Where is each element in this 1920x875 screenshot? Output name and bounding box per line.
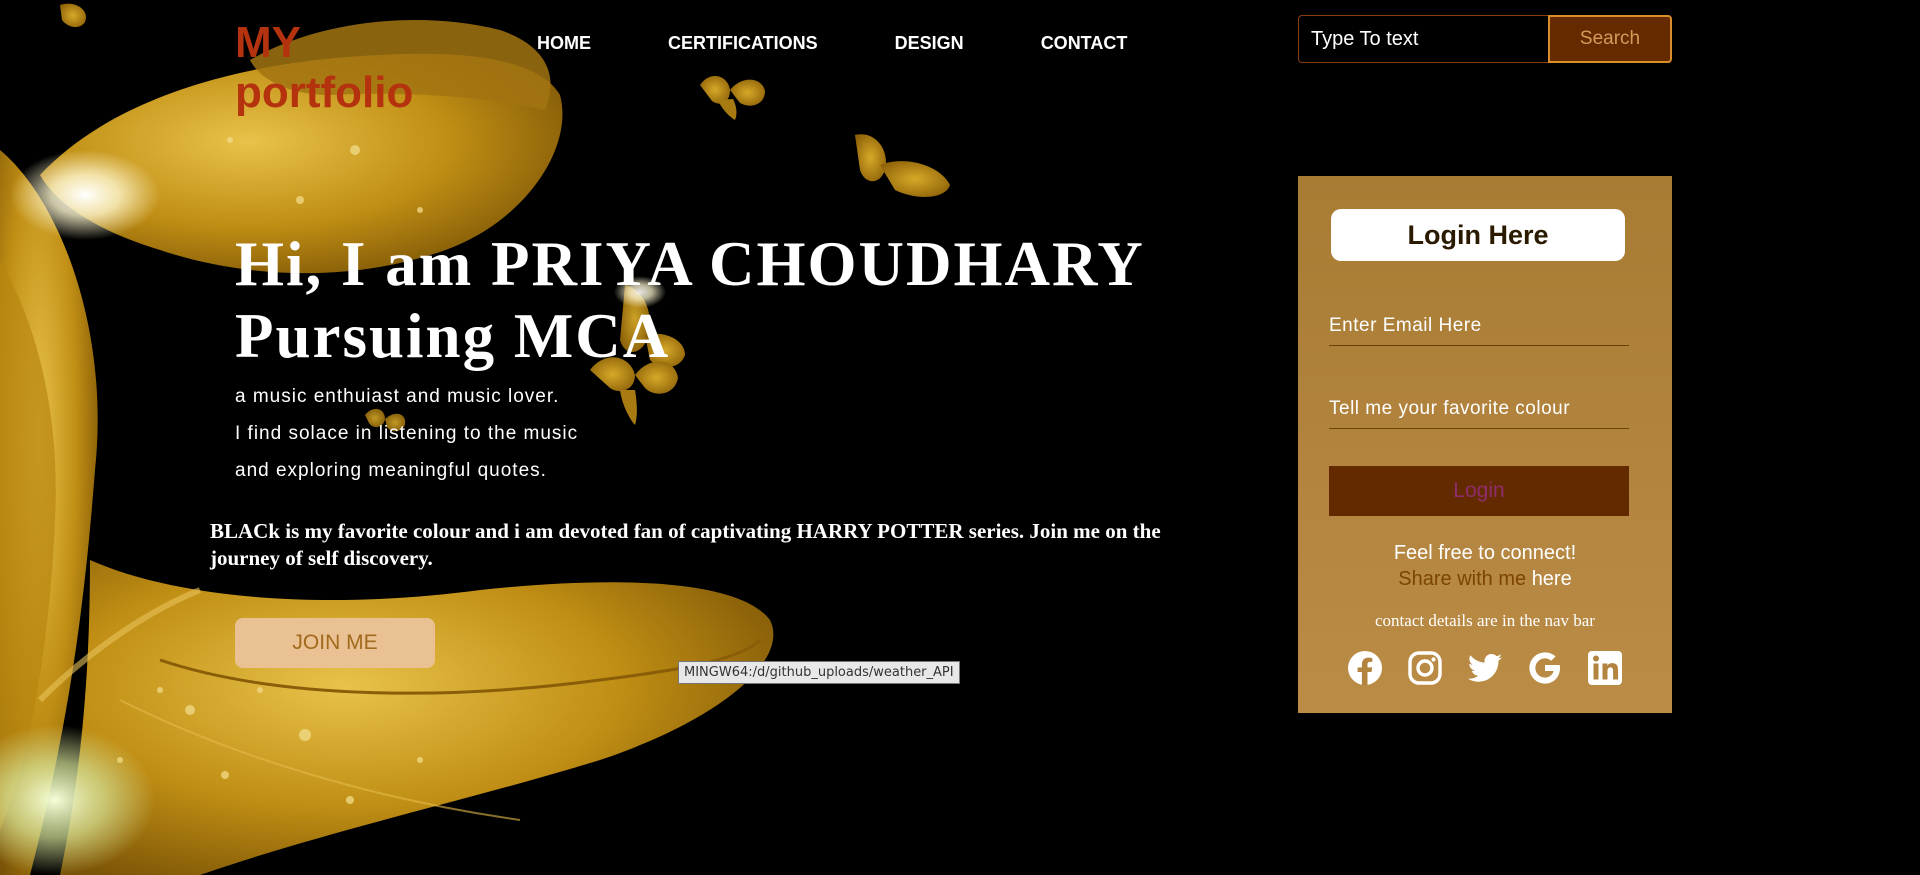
- share-text: Share with me: [1398, 568, 1527, 590]
- google-icon[interactable]: [1527, 650, 1563, 686]
- about-text: BLACk is my favorite colour and i am dev…: [210, 519, 1161, 570]
- tagline-line-2: I find solace in listening to the music: [235, 423, 579, 444]
- twitter-icon[interactable]: [1467, 650, 1503, 686]
- logo-line-1: MY: [235, 18, 301, 67]
- nav-certifications[interactable]: CERTIFICATIONS: [668, 32, 818, 54]
- connect-section: Feel free to connect! Share with me here: [1298, 540, 1672, 592]
- hero-title-line-1: Hi, I am PRIYA CHOUDHARY: [235, 229, 1145, 299]
- login-title: Login Here: [1331, 209, 1625, 261]
- facebook-icon[interactable]: [1347, 650, 1383, 686]
- here-link[interactable]: here: [1532, 568, 1572, 590]
- instagram-icon[interactable]: [1407, 650, 1443, 686]
- search-input[interactable]: [1298, 15, 1548, 63]
- hero-title-line-2: Pursuing MCA: [235, 301, 671, 371]
- social-links: [1347, 650, 1623, 686]
- search-bar: Search: [1298, 15, 1672, 63]
- login-panel: Login Here Login Feel free to connect! S…: [1298, 176, 1672, 713]
- nav-design[interactable]: DESIGN: [895, 32, 964, 54]
- nav-home[interactable]: HOME: [537, 32, 591, 54]
- search-button[interactable]: Search: [1548, 15, 1672, 63]
- contact-note: contact details are in the nav bar: [1375, 611, 1595, 630]
- join-me-button[interactable]: JOIN ME: [235, 618, 435, 668]
- login-button[interactable]: Login: [1329, 466, 1629, 516]
- tagline-line-1: a music enthuiast and music lover.: [235, 386, 560, 407]
- share-line: Share with me here: [1298, 566, 1672, 592]
- logo-line-2: portfolio: [235, 68, 414, 117]
- email-field[interactable]: [1329, 306, 1629, 346]
- connect-text: Feel free to connect!: [1393, 542, 1577, 564]
- favorite-colour-field[interactable]: [1329, 389, 1629, 429]
- tagline-line-3: and exploring meaningful quotes.: [235, 460, 547, 481]
- hero-title: Hi, I am PRIYA CHOUDHARY Pursuing MCA: [235, 228, 1145, 372]
- nav-contact[interactable]: CONTACT: [1041, 32, 1128, 54]
- path-tooltip: MINGW64:/d/github_uploads/weather_API: [678, 661, 960, 684]
- main-nav: HOME CERTIFICATIONS DESIGN CONTACT: [537, 32, 1204, 54]
- portfolio-page: MY portfolio HOME CERTIFICATIONS DESIGN …: [0, 0, 1920, 875]
- hero-tagline: a music enthuiast and music lover. I fin…: [235, 378, 578, 489]
- linkedin-icon[interactable]: [1587, 650, 1623, 686]
- site-logo[interactable]: MY portfolio: [235, 18, 413, 118]
